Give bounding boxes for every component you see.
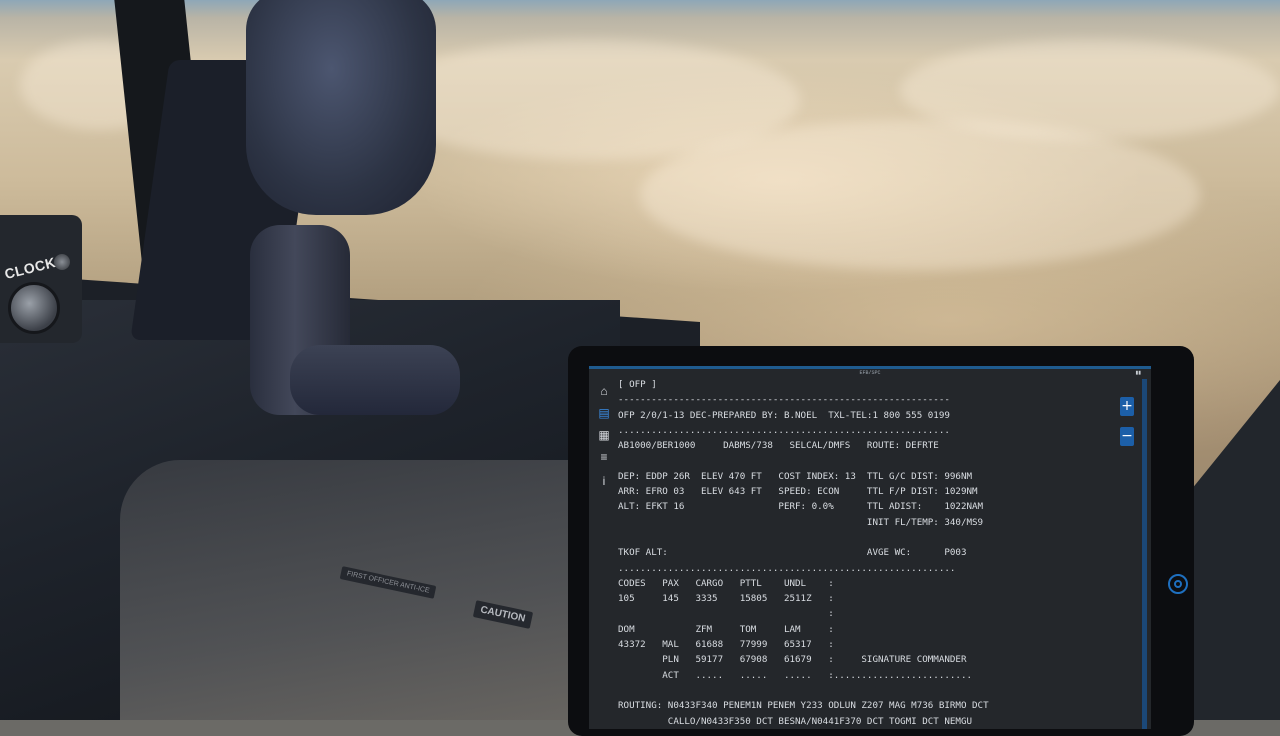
ofp-line: CALLO/N0433F350 DCT BESNA/N0441F370 DCT … — [618, 715, 973, 727]
ofp-line — [618, 530, 1118, 545]
status-bar: EFB/SPC ▮▮ — [589, 369, 1151, 377]
cloud — [900, 40, 1280, 140]
ofp-line — [618, 453, 1118, 468]
cloud — [640, 120, 1200, 270]
ofp-line: ARR: EFRO 03 ELEV 643 FT SPEED: ECON TTL… — [618, 486, 978, 498]
ofp-line: [ OFP ] — [618, 379, 657, 390]
side-console — [120, 460, 580, 720]
ofp-line: INIT FL/TEMP: 340/MS9 — [618, 516, 984, 528]
ofp-line: 105 145 3335 15805 2511Z : — [618, 593, 834, 605]
ofp-line: CODES PAX CARGO PTTL UNDL : — [618, 577, 834, 589]
clock-button[interactable] — [8, 282, 60, 334]
status-title: EFB/SPC — [859, 370, 881, 376]
tablet-home-button[interactable] — [1168, 574, 1188, 594]
ofp-line: OFP 2/0/1-13 DEC-PREPARED BY: B.NOEL TXL… — [618, 409, 950, 421]
seat-headrest — [246, 0, 436, 215]
ofp-line: ROUTING: N0433F340 PENEM1N PENEM Y233 OD… — [618, 700, 989, 712]
zoom-out-button[interactable]: − — [1120, 427, 1134, 446]
home-icon[interactable]: ⌂ — [596, 383, 612, 399]
battery-icon: ▮▮ — [1135, 370, 1141, 376]
efb-sidebar: ⌂ ▤ ▦ ≡ i — [589, 377, 619, 729]
map-icon[interactable]: ▦ — [596, 427, 612, 443]
zoom-in-button[interactable]: + — [1120, 397, 1134, 416]
ofp-line: ........................................… — [618, 424, 950, 436]
ofp-line: 43372 MAL 61688 77999 65317 : — [618, 639, 834, 651]
ofp-line: ACT ..... ..... ..... :.................… — [618, 669, 973, 681]
scrollbar[interactable] — [1142, 379, 1147, 729]
info-icon[interactable]: i — [596, 473, 612, 489]
ofp-line: AB1000/BER1000 DABMS/738 SELCAL/DMFS ROU… — [618, 440, 939, 452]
ofp-line: PLN 59177 67908 61679 : SIGNATURE COMMAN… — [618, 654, 967, 666]
ofp-line: ........................................… — [618, 562, 956, 574]
ofp-line: DOM ZFM TOM LAM : — [618, 623, 834, 635]
screw-icon — [54, 254, 70, 270]
ofp-line: DEP: EDDP 26R ELEV 470 FT COST INDEX: 13… — [618, 470, 973, 482]
ofp-line: ----------------------------------------… — [618, 394, 950, 406]
efb-screen: EFB/SPC ▮▮ ⌂ ▤ ▦ ≡ i [ OFP ] ----------------… — [589, 366, 1151, 729]
ofp-line: : — [618, 608, 834, 620]
ofp-line — [618, 683, 1118, 698]
sliders-icon[interactable]: ≡ — [596, 449, 612, 465]
ofp-line: ALT: EFKT 16 PERF: 0.0% TTL ADIST: 1022N… — [618, 501, 984, 513]
ofp-line: TKOF ALT: AVGE WC: P003 — [618, 547, 967, 559]
armrest — [290, 345, 460, 415]
document-icon[interactable]: ▤ — [596, 405, 612, 421]
ofp-document: [ OFP ] ---------------------------------… — [618, 377, 1118, 729]
